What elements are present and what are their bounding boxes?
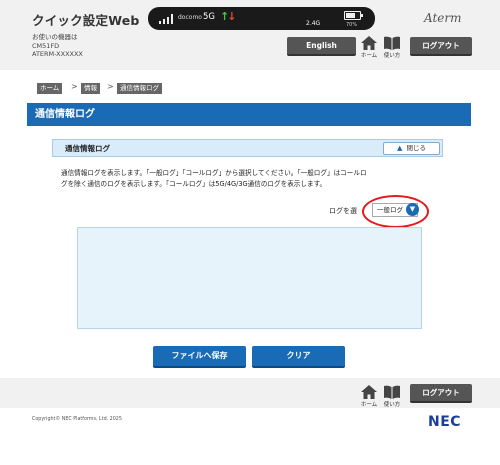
breadcrumb-home[interactable]: ホーム	[37, 83, 63, 94]
device-model: CM51FD	[32, 41, 60, 50]
breadcrumb-info[interactable]: 情報	[81, 83, 100, 94]
english-button[interactable]: English	[287, 37, 356, 56]
status-bar: docomo 5G ↑↓ 2.4G 70%	[148, 7, 375, 30]
breadcrumb-separator: >	[71, 82, 78, 91]
home-button[interactable]: ホーム	[358, 36, 380, 59]
description-line-2: グを除く通信のログを表示します。「コールログ」は5G/4G/3G通信のログを表示…	[61, 180, 327, 188]
nec-logo: NEC	[428, 414, 462, 430]
band-label: 2.4G	[306, 20, 321, 27]
footer-home-button[interactable]: ホーム	[358, 385, 380, 408]
panel-description: 通信情報ログを表示します。「一般ログ」「コールログ」から選択してください。「一般…	[61, 168, 445, 190]
home-icon	[361, 36, 377, 50]
logout-button[interactable]: ログアウト	[410, 37, 472, 56]
app-title: クイック設定Web	[32, 13, 140, 28]
device-label: お使いの機器は	[32, 33, 78, 41]
breadcrumb-separator: >	[107, 82, 114, 91]
close-label: 閉じる	[406, 144, 426, 152]
device-name: ATERM-XXXXXX	[32, 50, 83, 58]
highlight-annotation	[362, 195, 429, 228]
copyright: Copyright© NEC Platforms, Ltd. 2025	[32, 417, 122, 422]
panel-header: 通信情報ログ ▲ 閉じる	[52, 139, 443, 157]
log-display-area[interactable]	[77, 227, 422, 329]
header: クイック設定Web docomo 5G ↑↓ 2.4G 70% Aterm お使…	[0, 0, 500, 70]
panel-title: 通信情報ログ	[65, 144, 110, 153]
footer-manual-button[interactable]: 使い方	[381, 385, 403, 408]
clear-button[interactable]: クリア	[252, 346, 345, 368]
footer-logout-button[interactable]: ログアウト	[410, 384, 472, 403]
footer-home-label: ホーム	[360, 402, 378, 408]
brand-logo: Aterm	[424, 11, 462, 25]
book-icon	[384, 36, 400, 50]
log-type-label: ログを選	[329, 207, 357, 215]
data-transfer-icon: ↑↓	[220, 10, 237, 23]
network-type: 5G	[203, 12, 215, 22]
carrier-name: docomo	[178, 14, 202, 21]
book-icon	[384, 385, 400, 399]
signal-icon	[159, 14, 173, 24]
chevron-up-icon: ▲	[397, 144, 403, 152]
battery-icon	[344, 11, 363, 20]
home-label: ホーム	[360, 53, 378, 59]
breadcrumb-current: 通信情報ログ	[117, 83, 162, 94]
home-icon	[361, 385, 377, 399]
manual-label: 使い方	[383, 53, 401, 59]
battery-percent: 70%	[346, 22, 358, 28]
close-panel-button[interactable]: ▲ 閉じる	[383, 142, 440, 155]
device-info: お使いの機器は CM51FD ATERM-XXXXXX	[32, 33, 83, 59]
page-title: 通信情報ログ	[27, 103, 471, 126]
description-line-1: 通信情報ログを表示します。「一般ログ」「コールログ」から選択してください。「一般…	[61, 169, 367, 177]
save-to-file-button[interactable]: ファイルへ保存	[153, 346, 246, 368]
footer-manual-label: 使い方	[383, 402, 401, 408]
manual-button[interactable]: 使い方	[381, 36, 403, 59]
